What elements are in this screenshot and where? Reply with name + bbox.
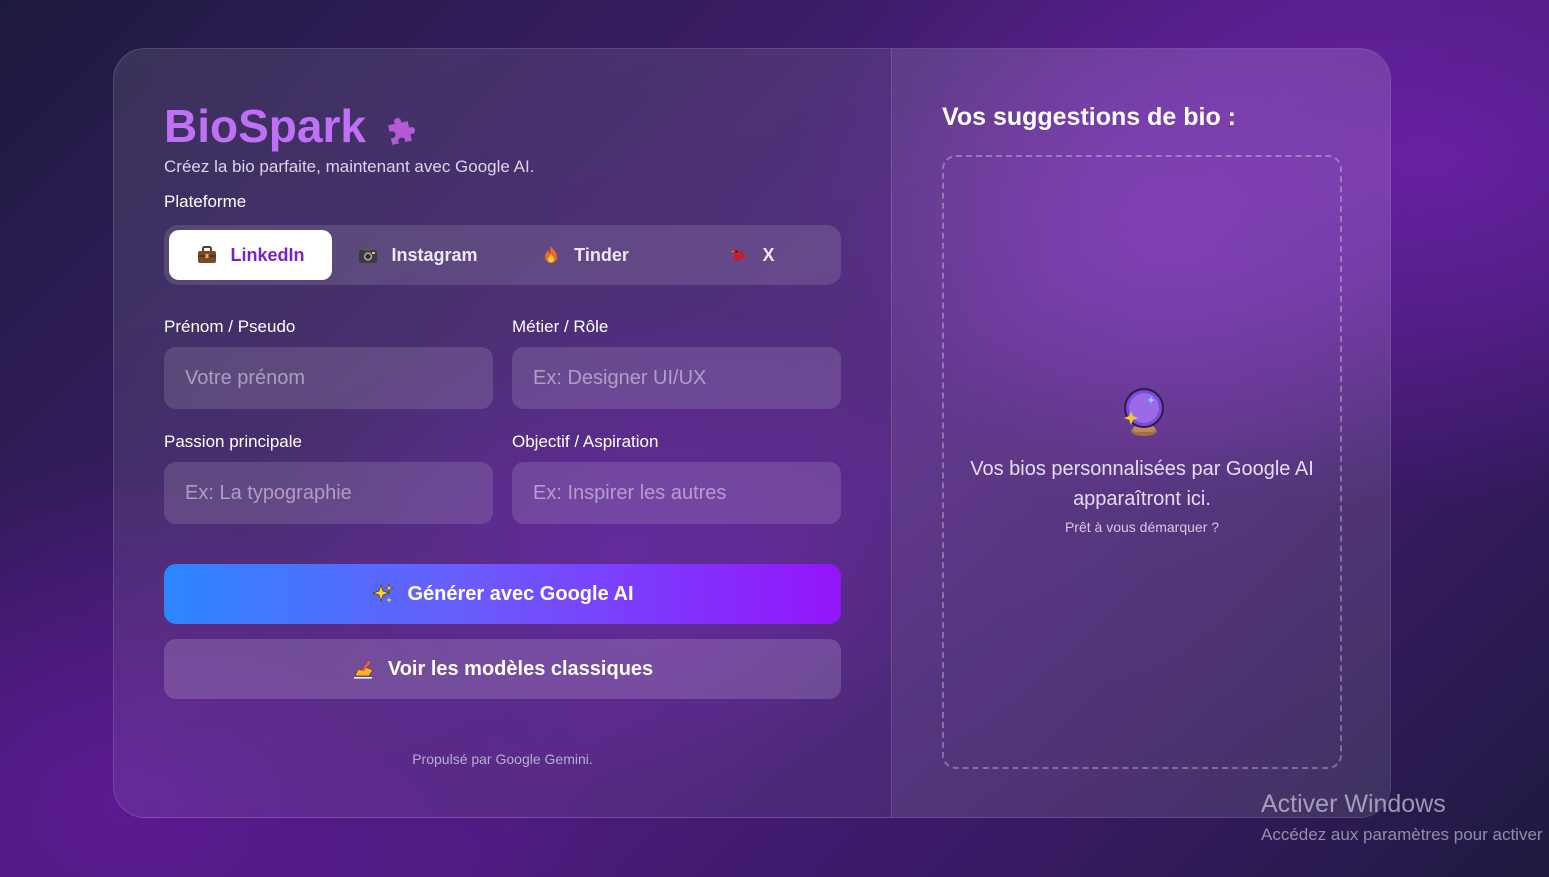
passion-input[interactable] [164,462,493,524]
main-card: BioSpark Créez la bio parfaite, maintena… [113,48,1391,818]
first-name-input[interactable] [164,347,493,409]
platform-label: Plateforme [164,192,247,211]
empty-state-subtext: Prêt à vous démarquer ? [1064,519,1220,535]
platform-option-label: Instagram [391,244,478,265]
job-label: Métier / Rôle [512,317,609,336]
passion-label: Passion principale [164,432,302,451]
platform-option-tinder[interactable]: Tinder [503,230,666,280]
puzzle-piece-icon [388,118,415,145]
classic-models-button[interactable]: Voir les modèles classiques [164,639,841,699]
platform-option-label: LinkedIn [230,244,305,265]
platform-selector: LinkedIn Instagram Tinder X [164,225,841,285]
footer-text: Propulsé par Google Gemini. [412,751,593,767]
generate-button[interactable]: Générer avec Google AI [164,564,841,624]
windows-activation-title: Activer Windows [1261,790,1446,818]
platform-option-label: X [762,244,775,265]
classic-models-button-label: Voir les modèles classiques [387,657,654,680]
platform-option-x[interactable]: X [670,230,833,280]
job-input[interactable] [512,347,841,409]
suggestions-panel: Vos suggestions de bio : Vos bios person… [891,49,1390,817]
form-panel: BioSpark Créez la bio parfaite, maintena… [114,49,891,817]
platform-option-instagram[interactable]: Instagram [336,230,499,280]
generate-button-label: Générer avec Google AI [407,582,634,605]
briefcase-icon [198,246,217,263]
windows-activation-subtitle: Accédez aux paramètres pour activer [1261,825,1543,844]
platform-option-linkedin[interactable]: LinkedIn [169,230,332,280]
suggestions-title: Vos suggestions de bio : [942,103,1237,131]
sparkles-icon [372,583,395,603]
app-title: BioSpark [164,99,418,153]
writing-hand-icon [353,660,374,679]
empty-state-text: Vos bios personnalisées par Google AI ap… [970,458,1314,510]
platform-option-label: Tinder [574,244,629,265]
goal-input[interactable] [512,462,841,524]
camera-icon [359,247,378,263]
fire-icon [545,246,558,263]
app-subtitle: Créez la bio parfaite, maintenant avec G… [164,157,535,176]
bird-icon [731,248,748,262]
first-name-label: Prénom / Pseudo [164,317,296,336]
suggestions-area: Vos bios personnalisées par Google AI ap… [942,155,1342,769]
crystal-ball-icon [1124,388,1164,436]
goal-label: Objectif / Aspiration [512,432,659,451]
app-title-text: BioSpark [164,100,366,152]
